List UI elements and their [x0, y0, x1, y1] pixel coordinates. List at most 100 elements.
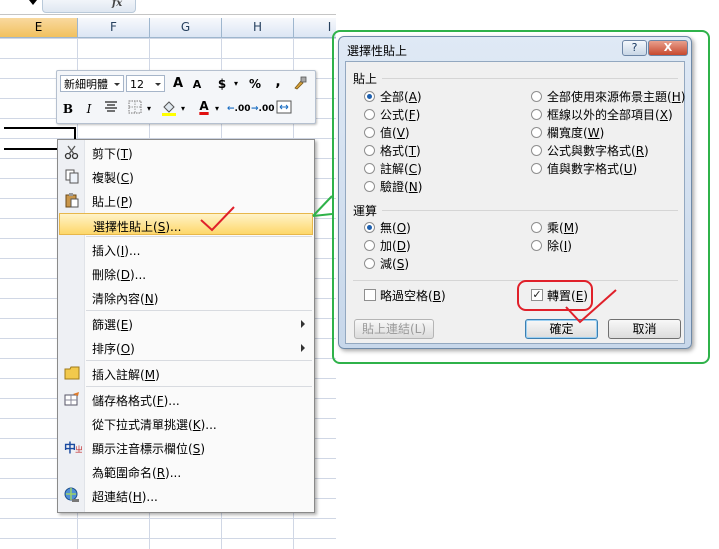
radio-button — [364, 240, 375, 251]
hyperlink-icon — [64, 487, 80, 503]
bold-button[interactable]: B — [61, 100, 75, 118]
dialog-title: 選擇性貼上 — [347, 44, 408, 58]
borders-icon[interactable] — [127, 100, 143, 118]
formula-bar: fx — [0, 0, 336, 15]
font-size-combo[interactable]: 12 — [126, 75, 165, 92]
radio-button — [364, 91, 375, 102]
menu-item-label: 貼上(P) — [92, 195, 133, 209]
operation-section-label: 運算 — [353, 204, 378, 218]
font-size-value: 12 — [130, 78, 144, 91]
chevron-right-icon — [301, 320, 305, 328]
mini-toolbar: 新細明體 12 A A $ ▾ % , B I ▾ ▾ A ▾ ←.00 →.0… — [56, 70, 316, 124]
svg-text:ㄓ: ㄓ — [75, 445, 82, 454]
comment-icon — [64, 365, 80, 381]
menu-item-label: 為範圍命名(R)... — [92, 466, 182, 480]
radio-button — [364, 109, 375, 120]
radio-label: 加(D) — [380, 239, 411, 253]
center-align-icon[interactable] — [103, 100, 119, 118]
decrease-decimal-button[interactable]: →.00 — [251, 100, 275, 118]
merge-center-icon[interactable] — [275, 100, 293, 118]
menu-item-2[interactable]: 貼上(P) — [59, 189, 313, 211]
menu-separator — [86, 360, 312, 361]
radio-label: 值(V) — [380, 126, 410, 140]
cancel-button[interactable]: 取消 — [608, 319, 681, 339]
section-divider — [382, 78, 678, 79]
menu-item-14[interactable]: 超連結(H)... — [59, 484, 313, 506]
comma-button[interactable]: , — [272, 73, 284, 91]
grow-font-button[interactable]: A — [170, 75, 186, 93]
paste-icon — [64, 192, 80, 208]
menu-item-4[interactable]: 插入(I)... — [59, 238, 313, 260]
radio-label: 欄寬度(W) — [547, 126, 605, 140]
menu-item-12[interactable]: 中ㄓ顯示注音標示欄位(S) — [59, 436, 313, 458]
menu-item-label: 剪下(T) — [92, 147, 133, 161]
context-menu: 剪下(T) 複製(C) 貼上(P) 選擇性貼上(S)... 插入(I)... 刪除(D).… — [57, 139, 315, 513]
fill-color-icon[interactable] — [160, 99, 178, 117]
chevron-down-icon[interactable]: ▾ — [214, 100, 220, 118]
format-cells-icon — [64, 391, 80, 407]
menu-item-label: 超連結(H)... — [92, 490, 158, 504]
row-gridline — [0, 538, 336, 539]
menu-item-label: 儲存格格式(F)... — [92, 394, 180, 408]
menu-item-13[interactable]: 為範圍命名(R)... — [59, 460, 313, 482]
column-header-g[interactable]: G — [150, 18, 222, 38]
column-header-e[interactable]: E — [0, 18, 78, 38]
percent-button[interactable]: % — [247, 75, 263, 93]
menu-item-label: 清除內容(N) — [92, 292, 159, 306]
menu-item-label: 複製(C) — [92, 171, 134, 185]
close-button[interactable]: X — [648, 40, 688, 56]
menu-item-label: 選擇性貼上(S)... — [93, 220, 182, 234]
radio-button — [364, 145, 375, 156]
menu-item-label: 刪除(D)... — [92, 268, 147, 282]
radio-button — [364, 222, 375, 233]
ok-button[interactable]: 確定 — [525, 319, 598, 339]
format-painter-icon[interactable] — [291, 75, 309, 93]
radio-label: 格式(T) — [380, 144, 421, 158]
radio-label: 框線以外的全部項目(X) — [547, 108, 673, 122]
chevron-down-icon[interactable]: ▾ — [146, 100, 152, 118]
menu-item-1[interactable]: 複製(C) — [59, 165, 313, 187]
phonetic-icon: 中ㄓ — [64, 439, 83, 455]
menu-item-10[interactable]: 儲存格格式(F)... — [59, 388, 313, 410]
section-divider — [382, 210, 678, 211]
radio-label: 公式(F) — [380, 108, 421, 122]
chevron-down-icon[interactable]: ▾ — [180, 100, 186, 118]
scissors-icon — [64, 144, 80, 160]
font-color-button[interactable]: A — [196, 97, 212, 115]
chevron-down-icon[interactable]: ▾ — [233, 75, 239, 93]
name-box-dropdown-icon[interactable] — [29, 0, 37, 5]
menu-item-7[interactable]: 篩選(E) — [59, 312, 313, 334]
radio-label: 乘(M) — [547, 221, 579, 235]
fx-icon[interactable]: fx — [112, 0, 122, 9]
menu-item-3[interactable]: 選擇性貼上(S)... — [59, 213, 313, 235]
column-header-h[interactable]: H — [222, 18, 294, 38]
checkmark-icon: ✓ — [531, 288, 543, 301]
menu-item-5[interactable]: 刪除(D)... — [59, 262, 313, 284]
chevron-down-icon — [114, 83, 120, 86]
shrink-font-button[interactable]: A — [190, 76, 204, 94]
help-button[interactable]: ? — [622, 40, 647, 56]
column-header-i[interactable]: I — [294, 18, 336, 38]
menu-item-0[interactable]: 剪下(T) — [59, 141, 313, 163]
menu-item-label: 從下拉式清單挑選(K)... — [92, 418, 217, 432]
menu-item-label: 插入註解(M) — [92, 368, 160, 382]
menu-item-label: 篩選(E) — [92, 318, 133, 332]
radio-label: 註解(C) — [380, 162, 422, 176]
font-name-combo[interactable]: 新細明體 — [60, 75, 124, 92]
currency-button[interactable]: $ — [215, 75, 229, 93]
column-header-f[interactable]: F — [78, 18, 150, 38]
increase-decimal-label: .00 — [234, 104, 251, 114]
menu-item-11[interactable]: 從下拉式清單挑選(K)... — [59, 412, 313, 434]
menu-item-9[interactable]: 插入註解(M) — [59, 362, 313, 384]
radio-button — [364, 163, 375, 174]
increase-decimal-button[interactable]: ←.00 — [227, 100, 251, 118]
menu-item-8[interactable]: 排序(O) — [59, 336, 313, 358]
italic-button[interactable]: I — [82, 100, 96, 118]
radio-label: 驗證(N) — [380, 180, 423, 194]
menu-item-6[interactable]: 清除內容(N) — [59, 286, 313, 308]
dialog-body: 貼上 全部(A) 公式(F) 值(V) 格式(T) 註解(C) 驗證(N) 全部使用來源佈… — [345, 61, 685, 344]
row-gridline — [0, 58, 336, 59]
section-divider — [353, 280, 678, 281]
copy-icon — [64, 168, 80, 184]
paste-link-button[interactable]: 貼上連結(L) — [354, 319, 434, 339]
